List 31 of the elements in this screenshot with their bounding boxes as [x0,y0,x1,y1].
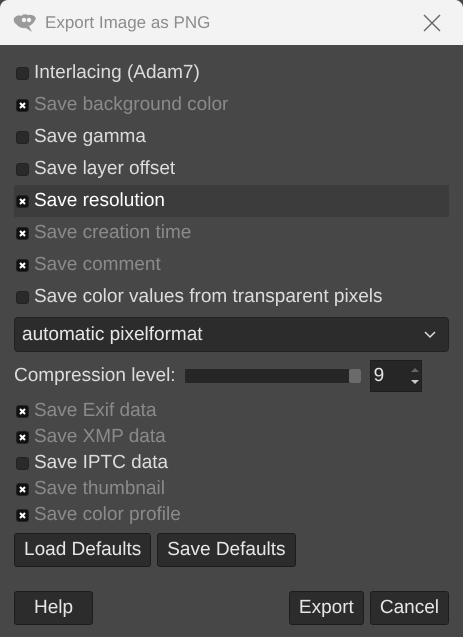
help-button[interactable]: Help [14,591,94,625]
checkbox[interactable] [16,194,29,208]
checkbox-label[interactable]: Save resolution [34,190,165,212]
defaults-button[interactable]: Load Defaults [14,533,152,567]
compression-spinbox[interactable]: 9 [370,360,422,392]
checkbox[interactable] [16,430,29,444]
checkbox[interactable] [16,258,29,272]
checkbox[interactable] [16,162,29,176]
checkbox[interactable] [16,130,29,144]
compression-label: Compression level: [14,365,176,387]
checkbox-label[interactable]: Save gamma [34,126,146,148]
checkbox[interactable] [16,404,29,418]
defaults-button[interactable]: Save Defaults [157,533,296,567]
compression-slider[interactable] [184,369,361,383]
checkbox-label[interactable]: Save IPTC data [34,452,168,474]
checkbox-label[interactable]: Interlacing (Adam7) [34,62,200,84]
close-icon[interactable] [423,14,441,32]
checkbox[interactable] [16,66,29,80]
checkbox[interactable] [16,226,29,240]
checkbox-label[interactable]: Save color values from transparent pixels [34,286,382,308]
checkbox[interactable] [16,456,29,470]
checkbox[interactable] [16,290,29,304]
checkbox[interactable] [16,482,29,496]
checkbox-label[interactable]: Save layer offset [34,158,176,180]
window-title: Export Image as PNG [45,12,212,32]
dialog-button[interactable]: Export [288,591,364,625]
dialog-button[interactable]: Cancel [370,591,449,625]
checkbox[interactable] [16,98,29,112]
chevron-icon [424,330,436,338]
pixel-format-dropdown[interactable]: automatic pixelformat [14,317,449,352]
checkbox[interactable] [16,508,29,522]
